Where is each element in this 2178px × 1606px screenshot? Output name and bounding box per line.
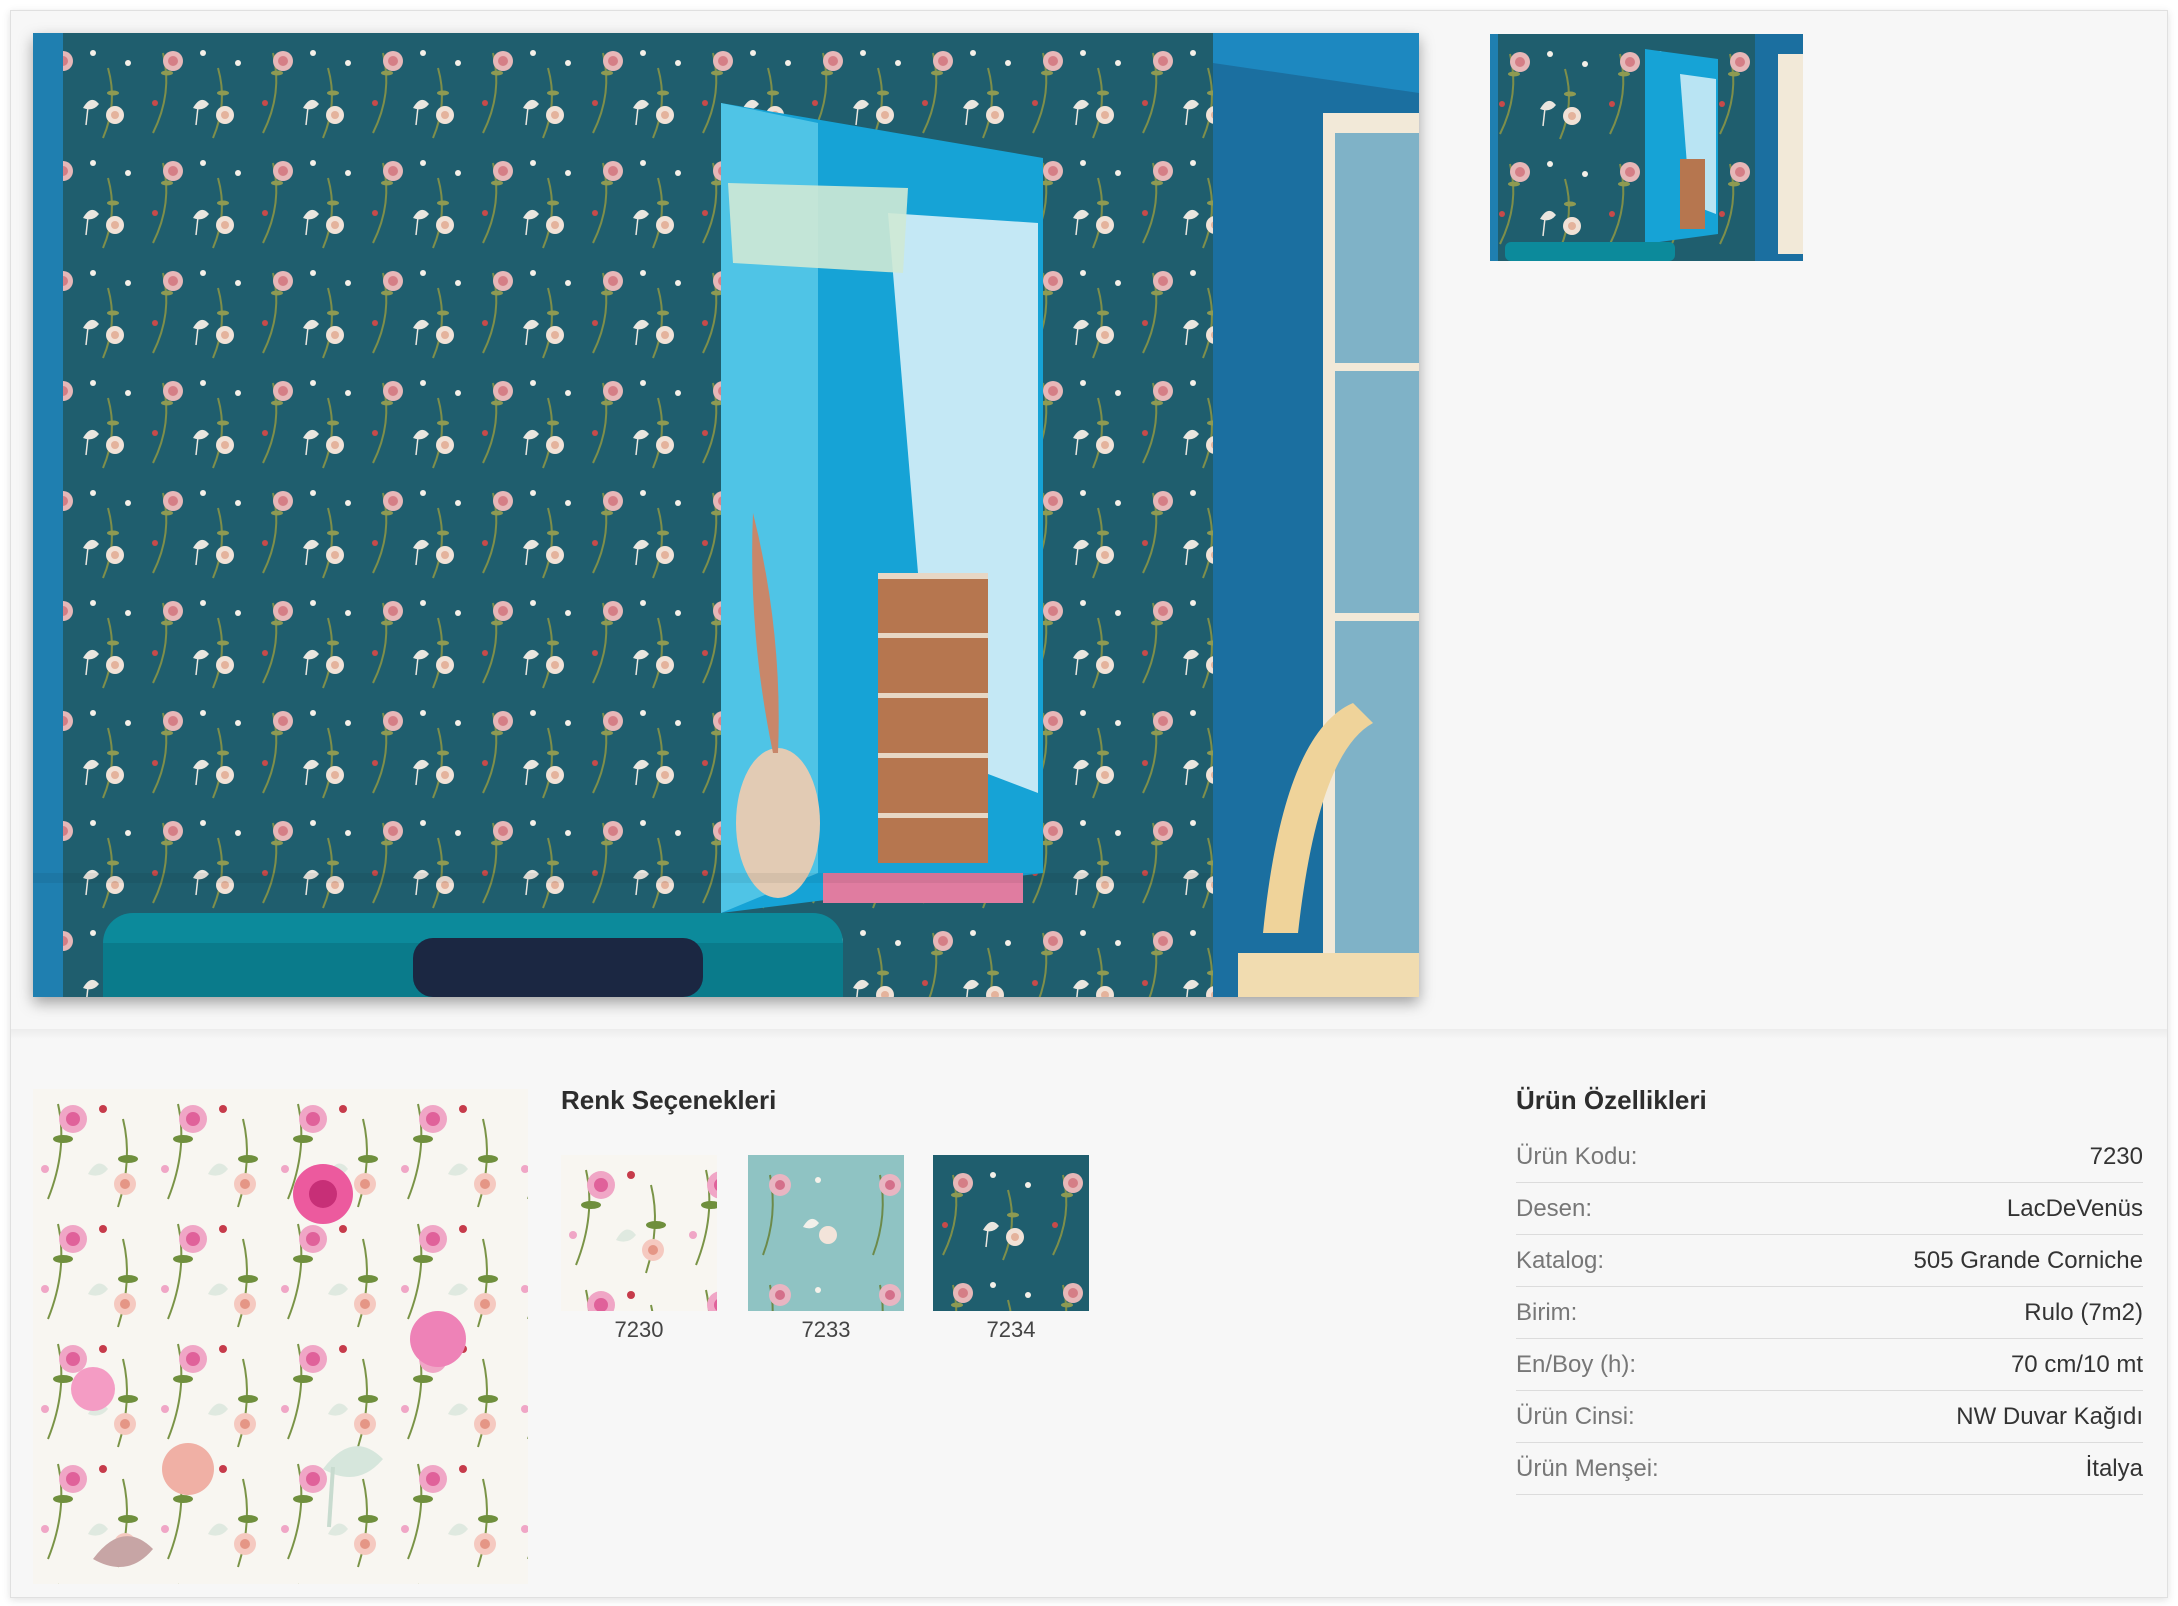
property-row-type: Ürün Cinsi: NW Duvar Kağıdı: [1516, 1391, 2143, 1443]
property-value: LacDeVenüs: [2006, 1194, 2143, 1222]
property-label: Katalog:: [1516, 1246, 1605, 1274]
property-value: İtalya: [2085, 1454, 2143, 1482]
color-options-list: 7230 7233 7234: [561, 1155, 1121, 1355]
property-row-unit: Birim: Rulo (7m2): [1516, 1287, 2143, 1339]
product-properties-table: Ürün Kodu: 7230 Desen: LacDeVenüs Katalo…: [1516, 1131, 2143, 1495]
product-details: Renk Seçenekleri 7230 7233 7234 Ürün Öze…: [11, 1039, 2167, 1597]
gallery-thumbnail[interactable]: [1490, 34, 1803, 261]
swatch-label: 7234: [986, 1317, 1036, 1342]
property-label: En/Boy (h):: [1516, 1350, 1637, 1378]
property-row-origin: Ürün Menşei: İtalya: [1516, 1443, 2143, 1495]
property-value: 7230: [2089, 1142, 2143, 1170]
property-row-code: Ürün Kodu: 7230: [1516, 1131, 2143, 1183]
floral-swatch-light-icon: [561, 1155, 717, 1311]
swatch-image[interactable]: [748, 1155, 904, 1311]
pattern-preview-image: [33, 1089, 528, 1584]
product-properties-title: Ürün Özellikleri: [1516, 1085, 1707, 1115]
property-value: NW Duvar Kağıdı: [1956, 1402, 2143, 1430]
property-label: Ürün Cinsi:: [1516, 1402, 1635, 1430]
property-label: Birim:: [1516, 1298, 1578, 1326]
main-product-image: [33, 33, 1419, 997]
property-label: Desen:: [1516, 1194, 1593, 1222]
property-row-pattern: Desen: LacDeVenüs: [1516, 1183, 2143, 1235]
property-value: 70 cm/10 mt: [2010, 1350, 2143, 1378]
property-label: Ürün Kodu:: [1516, 1142, 1638, 1170]
property-row-dimensions: En/Boy (h): 70 cm/10 mt: [1516, 1339, 2143, 1391]
section-divider: [11, 1029, 2167, 1039]
property-label: Ürün Menşei:: [1516, 1454, 1659, 1482]
swatch-label: 7233: [801, 1317, 851, 1342]
floral-swatch-mint-icon: [748, 1155, 904, 1311]
property-value: Rulo (7m2): [2024, 1298, 2143, 1326]
product-gallery: [11, 11, 2167, 1029]
floral-swatch-dark-icon: [933, 1155, 1089, 1311]
color-options-title: Renk Seçenekleri: [561, 1085, 777, 1115]
swatch-image[interactable]: [561, 1155, 717, 1311]
floral-pattern-swatch-icon: [33, 1089, 528, 1584]
property-value: 505 Grande Corniche: [1913, 1246, 2143, 1274]
wallpaper-room-photo-icon: [33, 33, 1419, 997]
property-row-catalog: Katalog: 505 Grande Corniche: [1516, 1235, 2143, 1287]
swatch-label: 7230: [614, 1317, 664, 1342]
color-option-7234[interactable]: 7234: [933, 1155, 1089, 1343]
product-card: Renk Seçenekleri 7230 7233 7234 Ürün Öze…: [10, 10, 2168, 1598]
color-option-7230[interactable]: 7230: [561, 1155, 717, 1343]
swatch-image[interactable]: [933, 1155, 1089, 1311]
color-option-7233[interactable]: 7233: [748, 1155, 904, 1343]
wallpaper-room-thumbnail-icon: [1490, 34, 1803, 261]
